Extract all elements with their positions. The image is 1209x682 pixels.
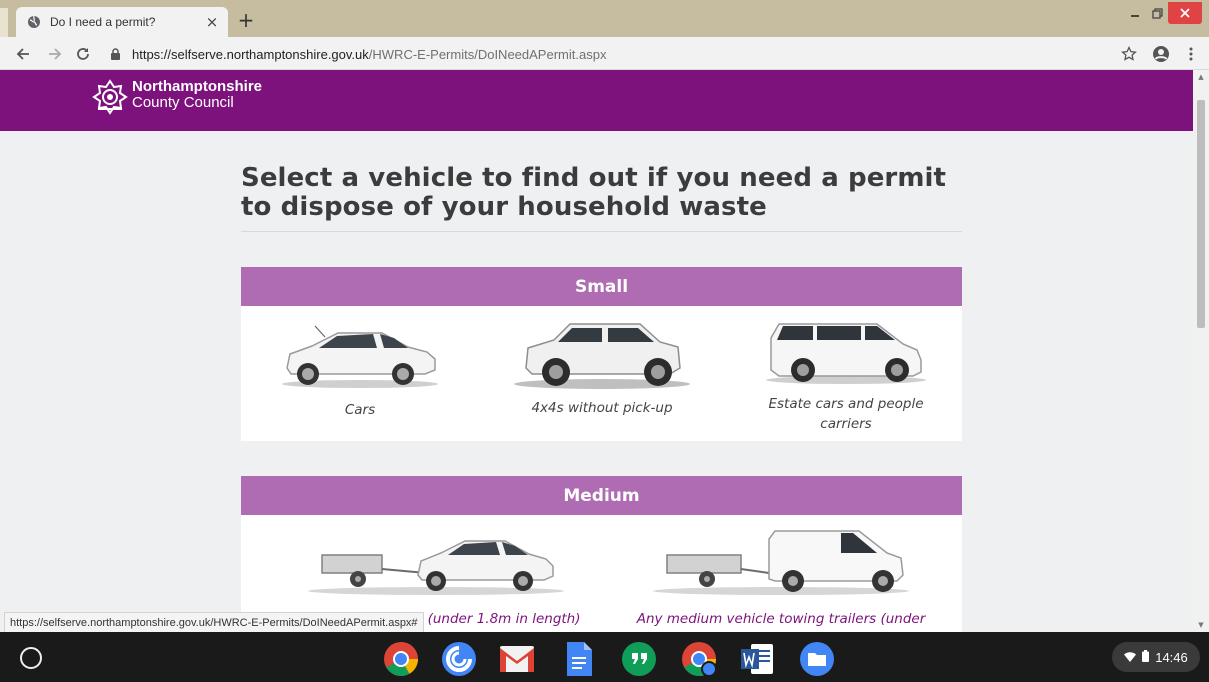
gmail-icon[interactable] xyxy=(498,640,536,678)
profile-icon[interactable] xyxy=(1150,43,1172,65)
address-bar[interactable]: https://selfserve.northamptonshire.gov.u… xyxy=(110,45,606,63)
battery-icon xyxy=(1142,649,1150,665)
launcher-icon[interactable] xyxy=(20,647,42,669)
category-body: Cars 4x4s without pick-up Estate cars an… xyxy=(241,306,962,441)
url-path: /HWRC-E-Permits/DoINeedAPermit.aspx xyxy=(368,46,607,62)
page-scrollbar[interactable]: ▲ ▼ xyxy=(1193,70,1209,632)
new-tab-button[interactable]: + xyxy=(236,10,256,30)
lock-icon xyxy=(110,47,124,61)
vehicle-option-cars[interactable]: Cars xyxy=(271,318,449,420)
forward-arrow-icon[interactable] xyxy=(44,43,66,65)
reload-icon[interactable] xyxy=(72,43,94,65)
category-header: Small xyxy=(241,267,962,306)
chrome-remote-icon[interactable] xyxy=(440,640,478,678)
bookmark-star-icon[interactable] xyxy=(1118,43,1140,65)
word-icon[interactable] xyxy=(738,640,776,678)
hangouts-icon[interactable] xyxy=(620,640,658,678)
vehicle-label: 4x4s without pick-up xyxy=(531,400,673,416)
wifi-icon xyxy=(1124,650,1137,665)
category-header: Medium xyxy=(241,476,962,515)
files-icon[interactable] xyxy=(798,640,836,678)
scroll-up-icon[interactable]: ▲ xyxy=(1197,73,1205,81)
tab-strip-edge xyxy=(0,8,8,37)
main-content: Select a vehicle to find out if you need… xyxy=(241,164,962,632)
menu-dots-icon[interactable] xyxy=(1180,43,1202,65)
category-medium: Medium Cars towing trailers (under 1.8m … xyxy=(241,476,962,632)
vehicle-option-estate[interactable]: Estate cars and people carriers xyxy=(751,316,941,434)
web-page: Northamptonshire County Council Select a… xyxy=(0,70,1209,632)
globe-icon xyxy=(26,14,42,30)
rose-emblem-icon xyxy=(92,79,128,115)
scrollbar-thumb[interactable] xyxy=(1197,100,1205,328)
google-docs-icon[interactable] xyxy=(560,640,598,678)
close-window-icon[interactable] xyxy=(1168,2,1202,24)
logo-line-2: County Council xyxy=(132,94,234,111)
council-logo[interactable]: Northamptonshire County Council xyxy=(91,78,262,116)
vehicle-label: Cars xyxy=(344,402,376,418)
logo-line-1: Northamptonshire xyxy=(132,78,263,95)
chrome-canary-icon[interactable] xyxy=(680,640,718,678)
hatchback-car-image xyxy=(282,325,438,388)
scroll-down-icon[interactable]: ▼ xyxy=(1197,621,1205,629)
vehicle-label: Any medium vehicle towing trailers (unde… xyxy=(636,611,926,627)
back-arrow-icon[interactable] xyxy=(12,43,34,65)
browser-toolbar: https://selfserve.northamptonshire.gov.u… xyxy=(0,37,1209,70)
link-status-bubble: https://selfserve.northamptonshire.gov.u… xyxy=(4,612,424,632)
clock: 14:46 xyxy=(1155,649,1188,665)
tab-title: Do I need a permit? xyxy=(50,15,156,29)
tab-strip: Do I need a permit? × + xyxy=(0,0,1209,37)
minimize-window-icon[interactable] xyxy=(1124,2,1146,24)
suv-image xyxy=(514,323,690,389)
system-tray[interactable]: 14:46 xyxy=(1112,642,1200,672)
chrome-icon[interactable] xyxy=(382,640,420,678)
url-host: https://selfserve.northamptonshire.gov.u… xyxy=(132,46,369,62)
browser-tab[interactable]: Do I need a permit? × xyxy=(16,7,228,37)
vehicle-option-4x4s[interactable]: 4x4s without pick-up xyxy=(511,316,693,418)
site-header: Northamptonshire County Council xyxy=(0,70,1193,131)
os-shelf: 14:46 xyxy=(0,632,1209,682)
restore-window-icon[interactable] xyxy=(1146,2,1168,24)
tab-close-icon[interactable]: × xyxy=(202,12,222,32)
vehicle-option-van-trailer[interactable]: Any medium vehicle towing trailers (unde… xyxy=(631,525,931,629)
category-small: Small Cars 4x4s without pick-up Estate c… xyxy=(241,267,962,441)
people-carrier-image xyxy=(766,323,926,384)
vehicle-label: Estate cars and people carriers xyxy=(768,396,924,432)
page-heading: Select a vehicle to find out if you need… xyxy=(241,164,962,232)
van-with-trailer-image xyxy=(653,530,909,595)
car-with-trailer-image xyxy=(308,540,564,595)
